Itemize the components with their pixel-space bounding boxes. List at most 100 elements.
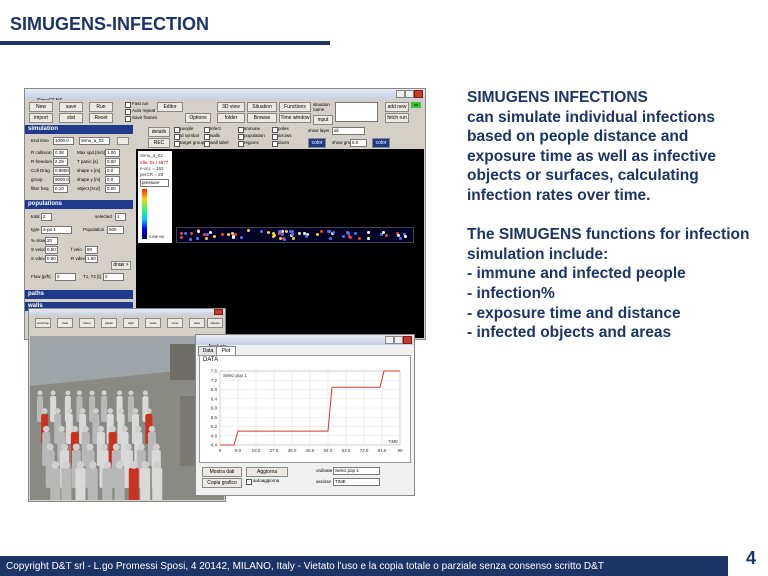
crowd-figure xyxy=(152,468,163,500)
selected-field[interactable]: 1 xyxy=(115,213,126,221)
minimize-button[interactable] xyxy=(396,90,405,98)
end-time-field[interactable]: 1000.0 xyxy=(53,137,74,145)
s-velocity-field[interactable]: 0.50 xyxy=(45,246,58,254)
reset-button[interactable]: Reset xyxy=(89,113,113,123)
crowd-figure-head xyxy=(118,408,124,414)
time-range-field[interactable]: 0 xyxy=(103,273,124,281)
auto-repeat-checkbox[interactable] xyxy=(125,109,131,115)
rec-button[interactable]: REC xyxy=(148,138,170,148)
fetch-run-button[interactable]: fetch run xyxy=(385,113,409,123)
crowd-figure-head xyxy=(86,443,94,451)
update-button[interactable]: Aggiorna xyxy=(246,467,288,477)
crowd-figure xyxy=(128,468,139,500)
add-new-button[interactable]: add new xyxy=(385,102,409,112)
t-panic-field[interactable]: 0.00 xyxy=(105,158,120,166)
crowd-figure-head xyxy=(148,425,156,433)
population-field[interactable]: 500 xyxy=(107,226,124,234)
draw-button[interactable]: draw > xyxy=(111,261,131,270)
fast-run-label: Fast run xyxy=(132,101,149,106)
run-button[interactable]: Run xyxy=(89,102,113,112)
close-button[interactable] xyxy=(414,90,423,98)
input-button[interactable]: input xyxy=(313,115,333,125)
group-field[interactable]: 9000.0 xyxy=(53,176,70,184)
s-vdev-field[interactable]: 0.80 xyxy=(45,255,58,263)
view-3d-reset-button[interactable]: reset xyxy=(167,318,183,328)
maximize-button[interactable] xyxy=(405,90,414,98)
fast-run-checkbox[interactable] xyxy=(125,102,131,108)
view-3d-pause-button[interactable]: pause xyxy=(101,318,117,328)
view-3d-button[interactable]: 3D view xyxy=(217,102,245,112)
y-tick-label: 6.0 xyxy=(211,406,218,411)
folder-button[interactable]: folder xyxy=(217,113,245,123)
import-button[interactable]: import xyxy=(29,113,53,123)
simulation-set-button[interactable] xyxy=(117,137,129,145)
abscissa-select[interactable]: TIME xyxy=(333,478,380,486)
show-grid-label: show grid xyxy=(332,140,352,145)
functions-intro: The SIMUGENS functions for infection sim… xyxy=(467,226,750,263)
ordinate-select[interactable]: Selez.pop 1 xyxy=(333,467,380,475)
simulation-name-field[interactable]: Simu_a_02 xyxy=(79,137,110,145)
save-button[interactable]: save xyxy=(59,102,83,112)
filter-freq-field[interactable]: 0.10 xyxy=(53,185,68,193)
legend-line-2: n-occ = 162 xyxy=(140,166,164,171)
object-field[interactable]: 0.00 xyxy=(105,185,120,193)
situation-button[interactable]: Situation xyxy=(247,102,277,112)
view-3d-light-button[interactable]: light xyxy=(123,318,139,328)
paths-section-header[interactable]: paths xyxy=(25,290,133,299)
f-velo-field[interactable]: 80 xyxy=(85,246,98,254)
shape-x-field[interactable]: 0.0 xyxy=(105,167,120,175)
browse-button[interactable]: Browse xyxy=(247,113,277,123)
agent-dot xyxy=(304,234,308,238)
view-3d-start-stop-button[interactable]: start/stop xyxy=(35,318,51,328)
view-3d-objects-button[interactable]: objects xyxy=(207,318,223,328)
color-button[interactable]: color xyxy=(308,138,326,148)
agent-dot xyxy=(183,231,187,235)
legend-dropdown[interactable]: pressure xyxy=(140,179,169,187)
details-button[interactable]: details xyxy=(148,127,170,137)
coll-drag-field[interactable]: 0.9800 xyxy=(53,167,70,175)
copy-chart-button[interactable]: Copia grafico xyxy=(202,478,242,488)
stat-button[interactable]: stat xyxy=(59,113,83,123)
grid-color-button[interactable]: color xyxy=(372,138,390,148)
functions-button[interactable]: Functions xyxy=(279,102,311,112)
view-3d-frame-button[interactable]: frame xyxy=(79,318,95,328)
r-collision-label: R collision xyxy=(31,150,52,155)
r-vdev-field[interactable]: 1.50 xyxy=(85,255,98,263)
analysis-minimize-button[interactable] xyxy=(385,336,394,344)
total-field[interactable]: 2 xyxy=(41,213,52,221)
type-select[interactable]: a-pe 1 xyxy=(41,226,72,234)
infect-label: infect xyxy=(210,126,221,131)
time-window-button[interactable]: Time window xyxy=(279,113,311,123)
analysis-close-button[interactable] xyxy=(403,336,412,344)
options-button[interactable]: Options xyxy=(185,113,211,123)
view-3d-scale-button[interactable]: scale xyxy=(145,318,161,328)
new-button[interactable]: New xyxy=(29,102,53,112)
show-grid-field[interactable]: 5.0 xyxy=(350,139,367,147)
crowd-figure-head xyxy=(58,425,65,433)
flow-field[interactable]: 0 xyxy=(55,273,76,281)
populations-section-header[interactable]: populations xyxy=(25,200,133,209)
agent-dot xyxy=(209,230,213,234)
situation-name-field[interactable] xyxy=(335,102,378,122)
show-layer-select[interactable]: all xyxy=(332,127,365,135)
view-3d-save-button[interactable]: save xyxy=(189,318,205,328)
slow-percent-field[interactable]: 20 xyxy=(45,237,58,245)
agent-dot xyxy=(221,232,225,236)
view-3d-clear-button[interactable]: clear xyxy=(57,318,73,328)
save-frames-checkbox[interactable] xyxy=(125,116,131,122)
show-data-button[interactable]: Mostra dati xyxy=(202,467,242,477)
autoupdate-checkbox[interactable] xyxy=(246,479,252,485)
analysis-maximize-button[interactable] xyxy=(394,336,403,344)
simulation-section-header[interactable]: simulation xyxy=(25,125,133,134)
agent-dot xyxy=(189,232,193,236)
agent-dot xyxy=(398,237,402,241)
crowd-figure xyxy=(61,468,72,500)
r-collision-field[interactable]: 0.38 xyxy=(53,149,68,157)
agent-dot xyxy=(179,235,183,239)
r-freedom-field[interactable]: 2.29 xyxy=(53,158,68,166)
max-speed-field[interactable]: 1.00 xyxy=(105,149,120,157)
main-toolbar: New save Run import stat Reset Fast run … xyxy=(25,100,425,125)
tab-editor[interactable]: Editor xyxy=(157,102,183,112)
crowd-figure-head xyxy=(62,461,71,469)
shape-y-field[interactable]: 0.0 xyxy=(105,176,120,184)
